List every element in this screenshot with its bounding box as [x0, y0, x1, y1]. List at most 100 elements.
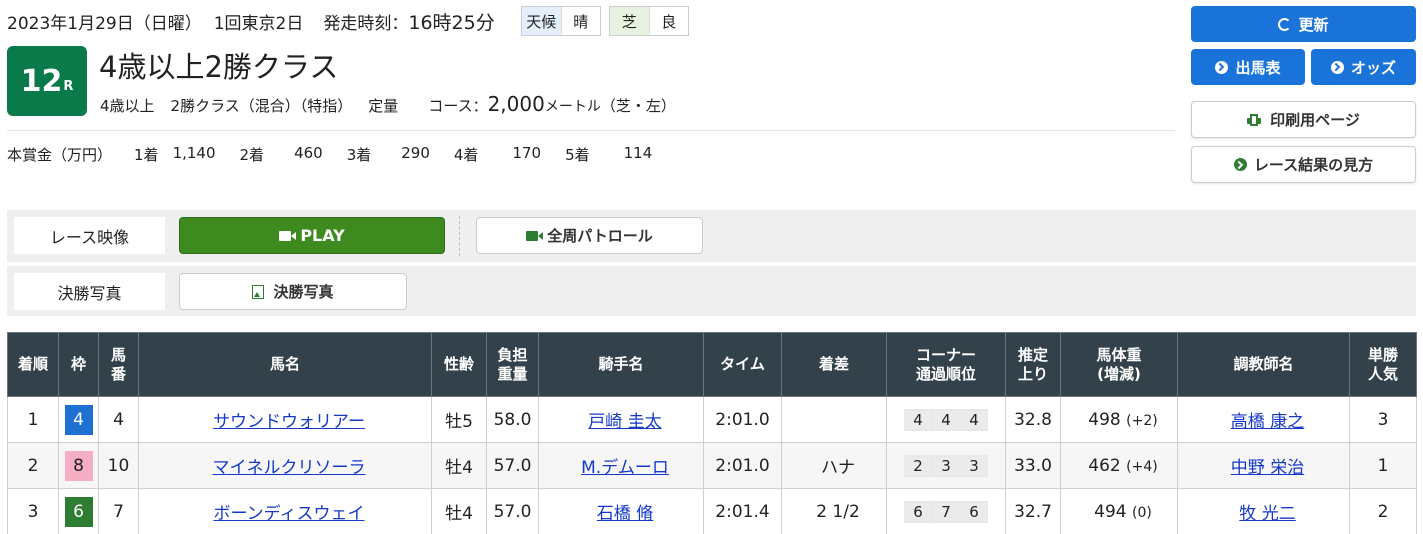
track-label: 芝 [609, 7, 649, 35]
corner-pos: 4 [905, 410, 931, 429]
chevron-right-icon [1215, 60, 1229, 74]
chevron-right-icon [1330, 60, 1344, 74]
jockey-link[interactable]: 石橋 脩 [597, 504, 653, 524]
body-weight-diff: (+2) [1126, 412, 1158, 429]
print-button[interactable]: 印刷用ページ [1191, 101, 1416, 138]
col-weight: 負担重量 [486, 332, 539, 397]
sex-age: 牡4 [431, 488, 487, 534]
trainer-link[interactable]: 高橋 康之 [1231, 412, 1304, 432]
col-margin: 着差 [781, 332, 887, 397]
col-sexage: 性齢 [431, 332, 487, 397]
start-time: 16時25分 [408, 11, 495, 34]
print-label: 印刷用ページ [1270, 111, 1360, 129]
patrol-label: 全周パトロール [547, 227, 653, 245]
horse-cell: サウンドウォリアー [138, 396, 432, 443]
body-weight-cell: 462 (+4) [1060, 442, 1178, 489]
sex-age: 牡5 [431, 396, 487, 443]
track-badge: 芝 良 [608, 6, 689, 36]
printer-icon [1247, 113, 1262, 126]
time: 2:01.0 [703, 396, 782, 443]
prize-money: 本賞金（万円） 1着 1,140 2着 460 3着 290 4着 170 5着… [7, 144, 676, 165]
patrol-video-button[interactable]: 全周パトロール [476, 217, 703, 254]
margin: 2 1/2 [781, 488, 887, 534]
prize-place: 2着 [239, 146, 265, 164]
finish-photo-panel: 決勝写真 決勝写真 [7, 266, 1416, 316]
race-class: 2勝クラス（混合）（特指） [170, 97, 353, 115]
corner-pos: 3 [961, 456, 987, 475]
race-number-badge: 12 R [7, 46, 87, 116]
corner-positions: 444 [904, 408, 988, 431]
table-row: 3 6 7 ボーンディスウェイ 牡4 57.0 石橋 脩 2:01.4 2 1/… [7, 488, 1417, 534]
col-waku: 枠 [58, 332, 99, 397]
horse-cell: ボーンディスウェイ [138, 488, 432, 534]
corner-pos: 4 [961, 410, 987, 429]
race-weight-type: 定量 [368, 97, 399, 115]
body-weight-diff: (0) [1132, 504, 1152, 521]
popularity: 1 [1349, 442, 1417, 489]
body-weight: 494 [1094, 501, 1127, 522]
race-age: 4歳以上 [100, 97, 155, 115]
margin: ハナ [781, 442, 887, 489]
course-detail: （芝・左） [600, 97, 676, 115]
col-last3f: 推定上り [1005, 332, 1061, 397]
waku-badge: 4 [64, 404, 93, 435]
place: 2 [7, 442, 59, 489]
jockey-cell: 石橋 脩 [538, 488, 704, 534]
popularity: 3 [1349, 396, 1417, 443]
last-3f: 32.7 [1005, 488, 1061, 534]
results-guide-button[interactable]: レース結果の見方 [1191, 146, 1416, 183]
trainer-cell: 牧 光二 [1177, 488, 1350, 534]
play-video-button[interactable]: PLAY [179, 217, 445, 254]
race-video-label: レース映像 [14, 217, 165, 254]
prize-label: 本賞金（万円） [7, 146, 113, 164]
col-popularity: 単勝人気 [1349, 332, 1417, 397]
refresh-label: 更新 [1298, 15, 1329, 34]
place: 3 [7, 488, 59, 534]
jockey-link[interactable]: 戸崎 圭太 [588, 412, 661, 432]
course-label: コース： [428, 97, 488, 115]
finish-photo-button[interactable]: 決勝写真 [179, 273, 407, 310]
corner-cell: 444 [886, 396, 1006, 443]
refresh-button[interactable]: 更新 [1191, 6, 1416, 42]
corner-pos: 6 [961, 502, 987, 521]
horse-link[interactable]: マイネルクリソーラ [213, 458, 366, 478]
results-table: 着順 枠 馬番 馬名 性齢 負担重量 騎手名 タイム 着差 コーナー通過順位 推… [7, 332, 1417, 534]
race-name: 4歳以上2勝クラス [99, 50, 339, 84]
prize-amount: 290 [401, 144, 430, 162]
prize-place: 1着 [134, 146, 159, 164]
col-bodyweight: 馬体重(増減) [1060, 332, 1178, 397]
prize-place: 5着 [565, 146, 590, 164]
odds-button[interactable]: オッズ [1311, 49, 1416, 85]
video-camera-icon [279, 230, 297, 241]
body-weight: 498 [1088, 409, 1121, 430]
jockey-link[interactable]: M.デムーロ [581, 458, 669, 478]
time: 2:01.0 [703, 442, 782, 489]
corner-pos: 2 [905, 456, 931, 475]
entries-button[interactable]: 出馬表 [1191, 49, 1305, 85]
prize-amount: 460 [294, 144, 323, 162]
place: 1 [7, 396, 59, 443]
horse-link[interactable]: ボーンディスウェイ [214, 504, 365, 524]
col-trainer: 調教師名 [1177, 332, 1350, 397]
track-condition: 良 [648, 7, 688, 35]
race-conditions: 4歳以上 2勝クラス（混合）（特指） 定量 コース： 2,000 メートル （芝… [100, 92, 676, 116]
corner-cell: 233 [886, 442, 1006, 489]
trainer-link[interactable]: 中野 栄治 [1231, 458, 1304, 478]
weather-value: 晴 [560, 7, 600, 35]
trainer-link[interactable]: 牧 光二 [1239, 504, 1295, 524]
table-row: 2 8 10 マイネルクリソーラ 牡4 57.0 M.デムーロ 2:01.0 ハ… [7, 442, 1417, 489]
race-date: 2023年1月29日（日曜） [7, 13, 202, 34]
waku-cell: 6 [58, 488, 99, 534]
corner-pos: 7 [933, 502, 959, 521]
table-header-row: 着順 枠 馬番 馬名 性齢 負担重量 騎手名 タイム 着差 コーナー通過順位 推… [7, 332, 1417, 397]
waku-badge: 6 [64, 496, 93, 527]
waku-cell: 8 [58, 442, 99, 489]
col-horse: 馬名 [138, 332, 432, 397]
umaban: 4 [98, 396, 139, 443]
corner-cell: 676 [886, 488, 1006, 534]
table-row: 1 4 4 サウンドウォリアー 牡5 58.0 戸崎 圭太 2:01.0 444… [7, 396, 1417, 443]
body-weight-cell: 498 (+2) [1060, 396, 1178, 443]
race-meeting: 1回東京2日 [213, 13, 304, 34]
prize-amount: 1,140 [172, 144, 216, 162]
horse-link[interactable]: サウンドウォリアー [213, 412, 365, 432]
